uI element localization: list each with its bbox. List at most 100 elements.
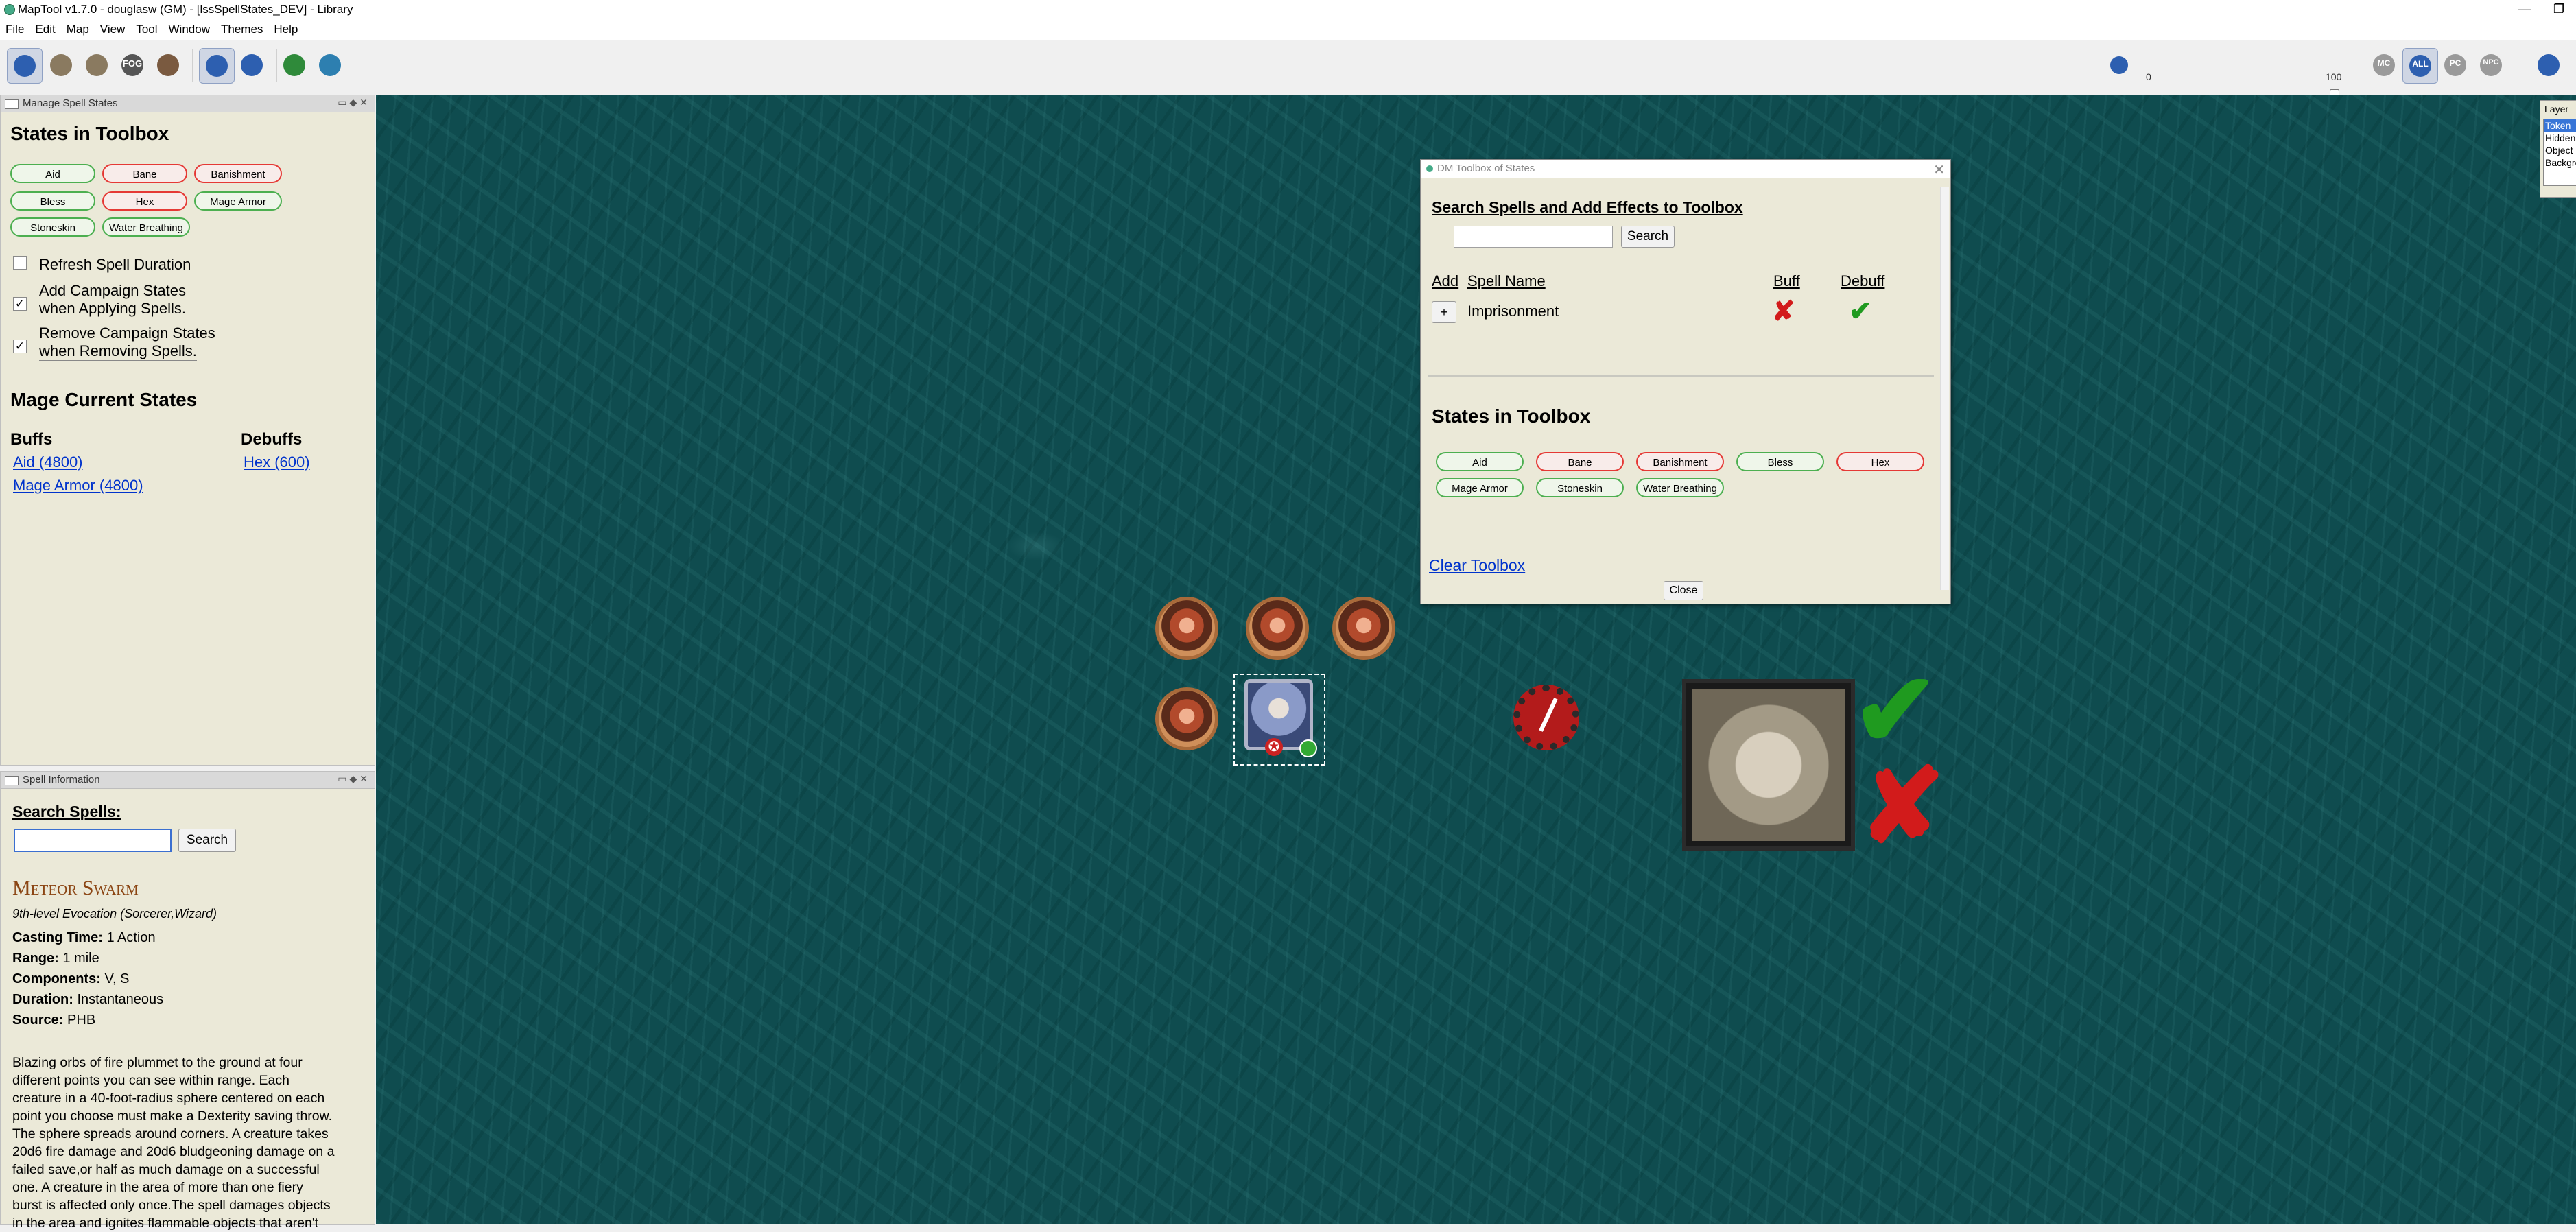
menu-tool[interactable]: Tool xyxy=(130,23,163,36)
globe-icon xyxy=(319,54,341,76)
spell-search-button[interactable]: Search xyxy=(178,829,236,852)
pc-filter-button[interactable]: PC xyxy=(2438,48,2472,82)
all-filter-button[interactable]: ALL xyxy=(2402,48,2438,84)
fog-tool-button[interactable]: FOG xyxy=(115,48,150,82)
menu-edit[interactable]: Edit xyxy=(29,23,60,36)
debuff-link-hex[interactable]: Hex (600) xyxy=(244,453,310,471)
layer-item-object[interactable]: Object xyxy=(2544,144,2576,156)
add-campaign-states-label-2: when Applying Spells. xyxy=(39,300,187,318)
dialog-divider xyxy=(1428,375,1934,377)
buff-link-mage-armor[interactable]: Mage Armor (4800) xyxy=(13,477,143,495)
big-x-token[interactable]: ✘ xyxy=(1859,755,1946,857)
state-bane-button[interactable]: Bane xyxy=(102,164,187,183)
state-banishment-button[interactable]: Banishment xyxy=(194,164,282,183)
state-aid-button[interactable]: Aid xyxy=(10,164,95,183)
source-row: Source: PHB xyxy=(12,1012,96,1028)
panel-title: Spell Information xyxy=(23,774,100,785)
refresh-duration-checkbox[interactable] xyxy=(13,256,27,270)
state-bless-button[interactable]: Bless xyxy=(10,191,95,211)
layer-item-background[interactable]: Background xyxy=(2544,156,2576,169)
ruler-tool-button[interactable] xyxy=(277,48,311,82)
search-spells-label: Search Spells: xyxy=(12,803,121,820)
menu-view[interactable]: View xyxy=(95,23,131,36)
buff-toggle-x-icon[interactable]: ✘ xyxy=(1772,296,1795,327)
draw-tool-button[interactable] xyxy=(44,48,78,82)
state-water-breathing-button[interactable]: Water Breathing xyxy=(102,217,190,237)
spellbook-token[interactable] xyxy=(1682,679,1855,851)
mc-filter-button[interactable]: MC xyxy=(2367,48,2401,82)
dialog-state-banishment[interactable]: Banishment xyxy=(1636,452,1724,471)
remove-campaign-states-label-2: when Removing Spells. xyxy=(39,342,197,361)
menu-file[interactable]: File xyxy=(0,23,29,36)
menu-help[interactable]: Help xyxy=(268,23,303,36)
dialog-search-input[interactable] xyxy=(1454,226,1613,248)
debuffs-heading: Debuffs xyxy=(241,430,303,449)
state-hex-button[interactable]: Hex xyxy=(102,191,187,211)
restore-button[interactable]: ❐ xyxy=(2542,0,2576,19)
panel-controls[interactable]: ▭◆✕ xyxy=(338,773,370,785)
state-stoneskin-button[interactable]: Stoneskin xyxy=(10,217,95,237)
dialog-state-water-breathing[interactable]: Water Breathing xyxy=(1636,478,1724,497)
vision-tool-button[interactable] xyxy=(199,48,235,84)
dialog-state-stoneskin[interactable]: Stoneskin xyxy=(1536,478,1624,497)
spell-description: Blazing orbs of fire plummet to the grou… xyxy=(12,1055,335,1231)
window-titlebar: MapTool v1.7.0 - douglasw (GM) - [lssSpe… xyxy=(0,0,2576,19)
map-select-button[interactable] xyxy=(313,48,347,82)
menu-window[interactable]: Window xyxy=(163,23,215,36)
dialog-search-heading: Search Spells and Add Effects to Toolbox xyxy=(1432,198,1743,216)
vision-icon xyxy=(206,55,228,77)
panel-titlebar: Manage Spell States ▭◆✕ xyxy=(1,95,375,112)
dialog-state-mage-armor[interactable]: Mage Armor xyxy=(1436,478,1524,497)
add-campaign-states-checkbox[interactable]: ✓ xyxy=(13,297,27,311)
server-button[interactable] xyxy=(2531,48,2566,82)
minimize-button[interactable]: — xyxy=(2507,0,2542,19)
monster-token-4[interactable] xyxy=(1155,687,1218,750)
dialog-close-icon[interactable]: ✕ xyxy=(1933,161,1945,178)
light-toggle-button[interactable] xyxy=(2102,48,2136,82)
monster-token-3[interactable] xyxy=(1332,597,1395,660)
remove-campaign-states-checkbox[interactable]: ✓ xyxy=(13,340,27,353)
menu-themes[interactable]: Themes xyxy=(215,23,268,36)
dialog-state-aid[interactable]: Aid xyxy=(1436,452,1524,471)
grid-tool-button[interactable] xyxy=(235,48,269,82)
panel-icon xyxy=(5,776,19,785)
add-spell-button[interactable]: + xyxy=(1432,301,1456,323)
dialog-close-button[interactable]: Close xyxy=(1664,581,1703,600)
red-gear-token[interactable] xyxy=(1513,685,1579,750)
topology-tool-button[interactable] xyxy=(151,48,185,82)
layer-item-hidden[interactable]: Hidden xyxy=(2544,132,2576,144)
col-debuff-header: Debuff xyxy=(1841,272,1885,289)
npc-filter-button[interactable]: NPC xyxy=(2474,48,2508,82)
menu-map[interactable]: Map xyxy=(61,23,95,36)
panel-controls[interactable]: ▭◆✕ xyxy=(338,97,370,108)
state-circle-icon xyxy=(1299,739,1317,757)
layer-item-token[interactable]: Token xyxy=(2544,119,2576,132)
template-tool-button[interactable] xyxy=(80,48,114,82)
casting-time-row: Casting Time: 1 Action xyxy=(12,930,156,945)
spell-result-name: Imprisonment xyxy=(1467,303,1559,320)
dialog-state-bane[interactable]: Bane xyxy=(1536,452,1624,471)
clear-toolbox-link[interactable]: Clear Toolbox xyxy=(1429,556,1525,575)
spell-search-input[interactable] xyxy=(14,829,172,852)
dialog-state-bless[interactable]: Bless xyxy=(1736,452,1824,471)
monster-token-2[interactable] xyxy=(1246,597,1309,660)
dialog-scrollbar[interactable] xyxy=(1940,187,1949,590)
spell-name: Meteor Swarm xyxy=(12,877,139,899)
buff-link-aid[interactable]: Aid (4800) xyxy=(13,453,83,471)
state-mage-armor-button[interactable]: Mage Armor xyxy=(194,191,282,211)
dialog-search-button[interactable]: Search xyxy=(1621,226,1675,248)
mage-current-states-heading: Mage Current States xyxy=(10,389,198,410)
state-star-icon: ✪ xyxy=(1265,738,1283,756)
window-title: MapTool v1.7.0 - douglasw (GM) - [lssSpe… xyxy=(18,3,353,16)
main-toolbar: FOG 0 100 MC ALL PC NPC xyxy=(0,40,2576,110)
dialog-state-hex[interactable]: Hex xyxy=(1836,452,1924,471)
dialog-titlebar: DM Toolbox of States ✕ xyxy=(1421,160,1950,178)
big-check-token[interactable]: ✔ xyxy=(1852,659,1939,761)
light-icon xyxy=(2110,56,2128,74)
dialog-icon xyxy=(1426,165,1433,172)
pointer-tool-button[interactable] xyxy=(7,48,43,84)
maptool-app-icon xyxy=(4,4,15,15)
debuff-toggle-check-icon[interactable]: ✔ xyxy=(1849,296,1872,327)
monster-token-1[interactable] xyxy=(1155,597,1218,660)
book-icon xyxy=(1692,689,1845,841)
